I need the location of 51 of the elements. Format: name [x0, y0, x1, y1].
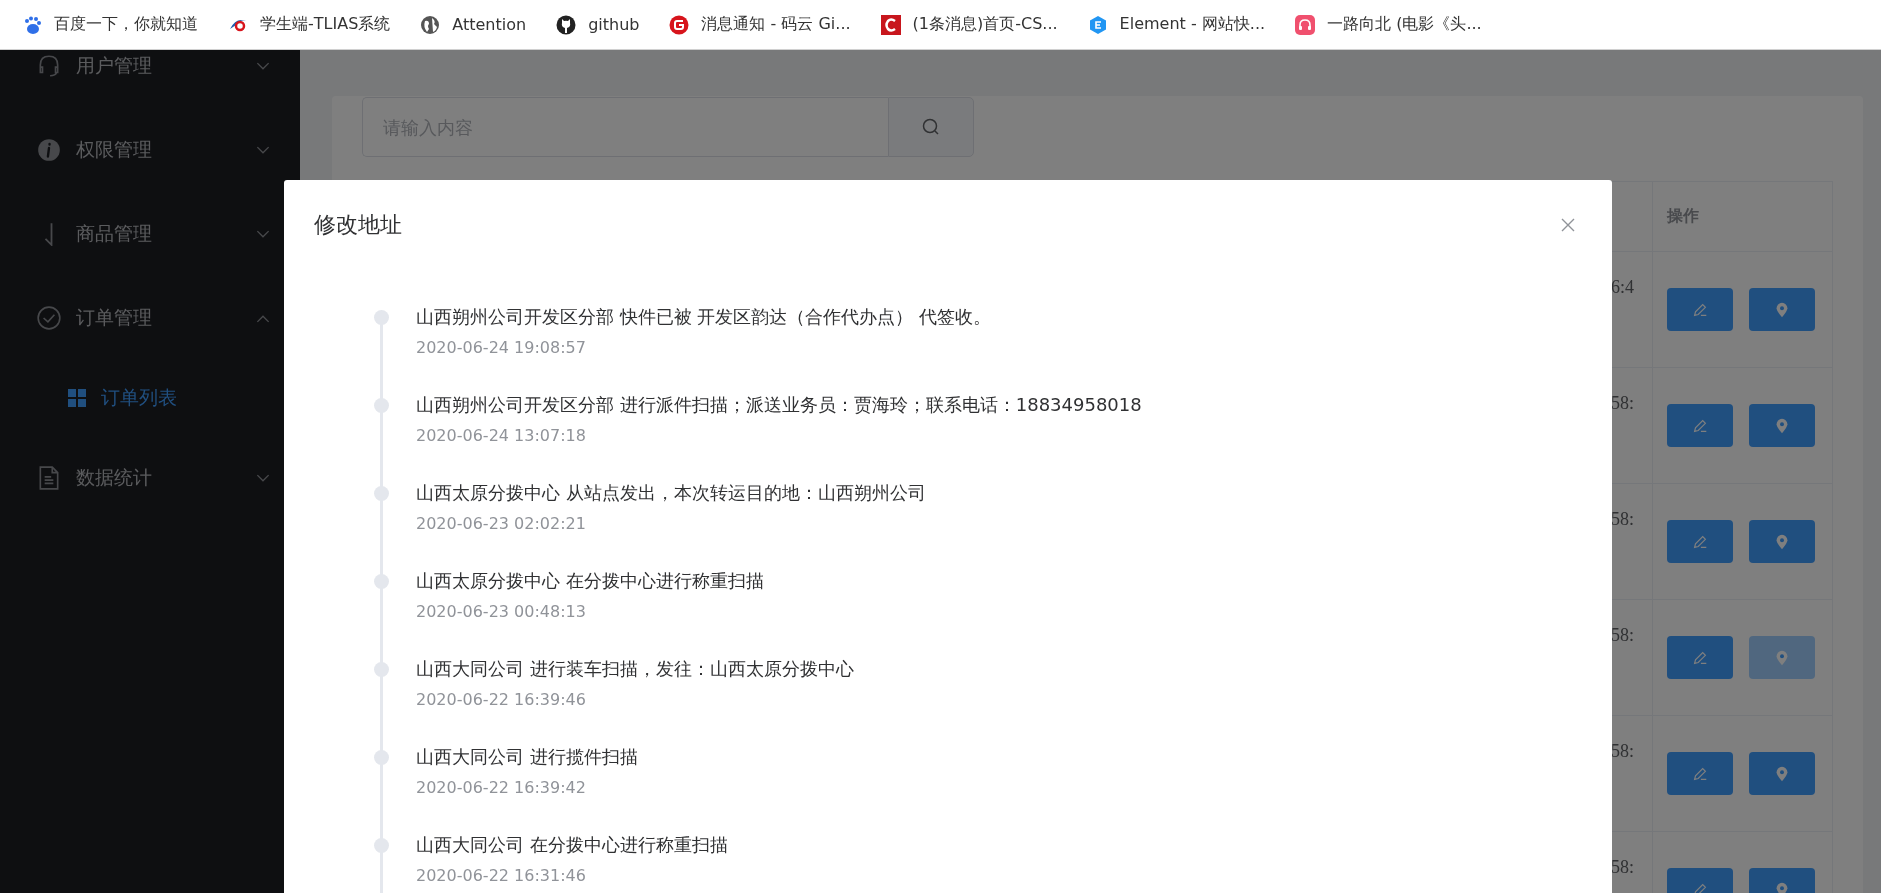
bookmark-link[interactable]: 消息通知 - 码云 Gi... [669, 14, 851, 35]
timeline-timestamp: 2020-06-22 16:39:46 [416, 690, 587, 709]
close-icon[interactable] [1560, 217, 1576, 233]
timeline-timestamp: 2020-06-22 16:31:46 [416, 866, 587, 885]
timeline-content: 山西太原分拨中心 在分拨中心进行称重扫描 [416, 569, 765, 593]
location-button[interactable] [1749, 520, 1815, 563]
edit-button[interactable] [1667, 520, 1733, 563]
bookmark-link[interactable]: 百度一下，你就知道 [22, 14, 198, 35]
grid-icon [67, 388, 87, 408]
chevron-icon [256, 473, 270, 483]
timeline-content: 山西大同公司 进行揽件扫描 [416, 745, 639, 769]
search-icon [921, 117, 941, 137]
hexagon-logo-icon [1087, 14, 1108, 35]
bookmark-link[interactable]: github [556, 14, 640, 35]
edit-button[interactable] [1667, 404, 1733, 447]
dialog-title: 修改地址 [314, 211, 402, 239]
timeline-timestamp: 2020-06-24 13:07:18 [416, 426, 587, 445]
chevron-icon [256, 229, 270, 239]
timeline-content: 山西朔州公司开发区分部 快件已被 开发区韵达（合作代办点） 代签收。 [416, 305, 993, 329]
c-logo-icon [880, 14, 901, 35]
globe-icon [420, 14, 441, 35]
edit-button[interactable] [1667, 636, 1733, 679]
bookmark-link[interactable]: Element - 网站快... [1087, 14, 1266, 35]
bookmark-link[interactable]: 学生端-TLIAS系统 [228, 14, 391, 35]
check-circle-icon [36, 305, 62, 331]
bookmark-link[interactable]: Attention [420, 14, 527, 35]
timeline-content: 山西大同公司 进行装车扫描，发往：山西太原分拨中心 [416, 657, 855, 681]
timeline-timestamp: 2020-06-24 19:08:57 [416, 338, 587, 357]
search-button[interactable] [888, 97, 974, 157]
g-logo-icon [669, 14, 690, 35]
cat-logo-icon [556, 14, 577, 35]
timeline-timestamp: 2020-06-23 00:48:13 [416, 602, 587, 621]
chevron-icon [256, 145, 270, 155]
timeline-content: 山西大同公司 在分拨中心进行称重扫描 [416, 833, 729, 857]
location-button[interactable] [1749, 404, 1815, 447]
timeline-timestamp: 2020-06-23 02:02:21 [416, 514, 587, 533]
info-icon [36, 137, 62, 163]
edit-button[interactable] [1667, 752, 1733, 795]
chevron-icon [256, 313, 270, 323]
bookmark-link[interactable]: (1条消息)首页-CS... [880, 14, 1058, 35]
paw-icon [22, 14, 42, 35]
location-button[interactable] [1749, 636, 1815, 679]
headphones-logo-icon [1295, 14, 1316, 35]
bookmark-link[interactable]: 一路向北 (电影《头... [1295, 14, 1482, 35]
location-button[interactable] [1749, 288, 1815, 331]
timeline-content: 山西太原分拨中心 从站点发出，本次转运目的地：山西朔州公司 [416, 481, 927, 505]
timeline-timestamp: 2020-06-22 16:39:42 [416, 778, 587, 797]
location-button[interactable] [1749, 752, 1815, 795]
chevron-icon [256, 61, 270, 71]
timeline-content: 山西朔州公司开发区分部 进行派件扫描；派送业务员：贾海玲；联系电话：18834958018 [416, 393, 1143, 417]
edit-button[interactable] [1667, 288, 1733, 331]
